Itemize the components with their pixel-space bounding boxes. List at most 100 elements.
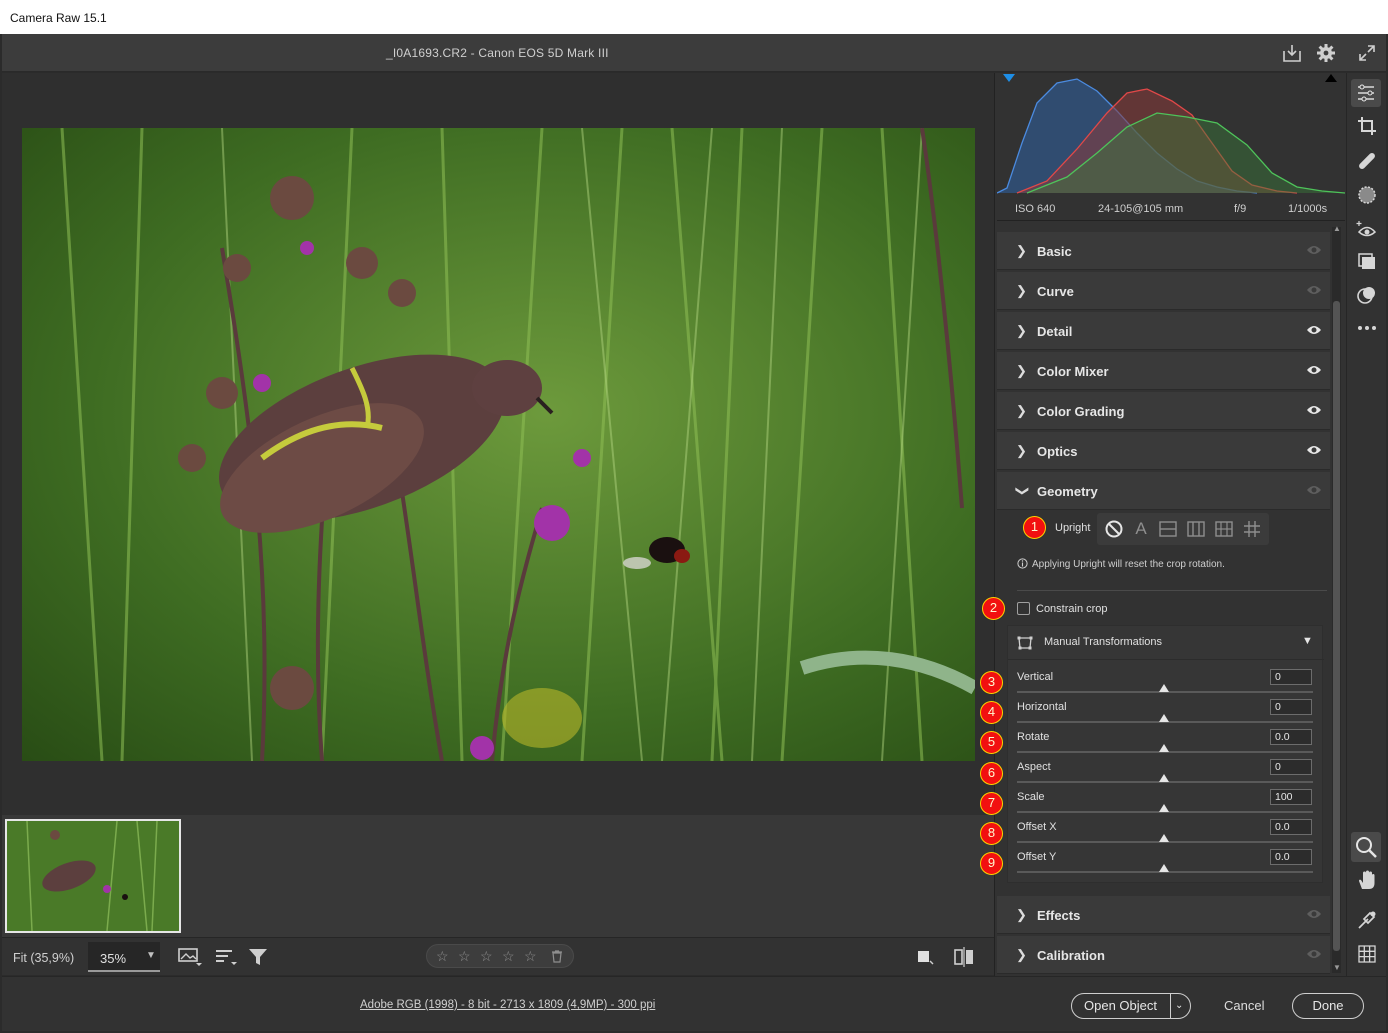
panel-optics[interactable]: ❯ Optics <box>997 432 1330 470</box>
red-eye-icon[interactable] <box>1356 219 1378 241</box>
manual-transformations-header[interactable]: Manual Transformations ▼ <box>1008 626 1324 660</box>
callout-badge: 9 <box>980 852 1003 875</box>
panel-color-grading[interactable]: ❯ Color Grading <box>997 392 1330 430</box>
slider-rotate[interactable]: Rotate 0.0 <box>1008 728 1324 758</box>
visibility-eye-icon[interactable] <box>1306 404 1322 419</box>
sort-icon[interactable] <box>215 947 237 970</box>
star-icon[interactable]: ☆ <box>480 948 493 965</box>
visibility-eye-icon[interactable] <box>1306 364 1322 379</box>
panel-color-mixer[interactable]: ❯ Color Mixer <box>997 352 1330 390</box>
visibility-eye-icon[interactable] <box>1306 244 1322 259</box>
visibility-eye-icon[interactable] <box>1306 908 1322 923</box>
slider-label: Scale <box>1017 791 1045 803</box>
slider-value-field[interactable]: 0 <box>1270 669 1312 685</box>
upright-guided-icon[interactable] <box>1242 519 1262 539</box>
slider-value-field[interactable]: 0 <box>1270 759 1312 775</box>
slider-offset-x[interactable]: Offset X 0.0 <box>1008 818 1324 848</box>
chevron-down-icon[interactable]: ⌄ <box>1175 994 1183 1018</box>
lens-value: 24-105@105 mm <box>1098 203 1184 215</box>
color-sampler-icon[interactable] <box>1356 909 1378 931</box>
slider-knob[interactable] <box>1159 864 1169 872</box>
visibility-eye-icon[interactable] <box>1306 484 1322 499</box>
upright-auto-icon[interactable]: A <box>1131 519 1151 539</box>
masking-icon[interactable] <box>1356 184 1378 206</box>
crop-icon[interactable] <box>1356 115 1378 137</box>
star-icon[interactable]: ☆ <box>436 948 449 965</box>
visibility-eye-icon[interactable] <box>1306 444 1322 459</box>
visibility-eye-icon[interactable] <box>1306 948 1322 963</box>
export-icon[interactable] <box>1281 42 1303 64</box>
open-object-button[interactable]: Open Object ⌄ <box>1071 993 1191 1019</box>
photo-preview[interactable] <box>22 128 975 761</box>
slider-label: Horizontal <box>1017 701 1067 713</box>
slider-scale[interactable]: Scale 100 <box>1008 788 1324 818</box>
callout-badge: 5 <box>980 731 1003 754</box>
hand-icon[interactable] <box>1356 869 1378 891</box>
slider-value-field[interactable]: 0 <box>1270 699 1312 715</box>
filter-icon[interactable] <box>248 947 270 970</box>
slider-knob[interactable] <box>1159 684 1169 692</box>
upright-level-icon[interactable] <box>1158 519 1178 539</box>
slider-knob[interactable] <box>1159 804 1169 812</box>
edit-panel: ISO 640 24-105@105 mm f/9 1/1000s ▲ ▼ ❯ … <box>994 73 1346 976</box>
trash-icon[interactable] <box>551 950 563 966</box>
slider-label: Aspect <box>1017 761 1051 773</box>
filmstrip-thumbnail[interactable] <box>5 819 181 933</box>
panel-basic[interactable]: ❯ Basic <box>997 232 1330 270</box>
slider-value-field[interactable]: 100 <box>1270 789 1312 805</box>
slider-knob[interactable] <box>1159 774 1169 782</box>
slider-aspect[interactable]: Aspect 0 <box>1008 758 1324 788</box>
panel-scrollbar[interactable]: ▲ ▼ <box>1332 224 1341 973</box>
done-button[interactable]: Done <box>1292 993 1364 1019</box>
panel-effects[interactable]: ❯ Effects <box>997 896 1330 934</box>
snapshots-icon[interactable] <box>1356 251 1378 273</box>
slider-offset-y[interactable]: Offset Y 0.0 <box>1008 848 1324 878</box>
upright-label: Upright <box>1055 522 1091 534</box>
image-canvas[interactable] <box>2 73 994 815</box>
panel-calibration[interactable]: ❯ Calibration <box>997 936 1330 974</box>
panel-curve[interactable]: ❯ Curve <box>997 272 1330 310</box>
slider-knob[interactable] <box>1159 834 1169 842</box>
cancel-button[interactable]: Cancel <box>1224 998 1264 1013</box>
zoom-level-select[interactable]: 35% ▼ <box>88 942 160 972</box>
panel-geometry[interactable]: ❯ Geometry <box>997 472 1330 510</box>
before-after-split-icon[interactable] <box>953 947 975 970</box>
zoom-icon[interactable] <box>1351 832 1381 862</box>
upright-vertical-icon[interactable] <box>1186 519 1206 539</box>
more-icon[interactable] <box>1356 317 1378 339</box>
slider-knob[interactable] <box>1159 714 1169 722</box>
constrain-crop-label[interactable]: Constrain crop <box>1036 603 1108 615</box>
star-rating[interactable]: ☆ ☆ ☆ ☆ ☆ <box>426 944 574 968</box>
grid-icon[interactable] <box>1356 943 1378 965</box>
healing-icon[interactable] <box>1356 150 1378 172</box>
star-icon[interactable]: ☆ <box>502 948 515 965</box>
chevron-right-icon: ❯ <box>1016 907 1027 922</box>
upright-full-icon[interactable] <box>1214 519 1234 539</box>
callout-badge: 6 <box>980 762 1003 785</box>
visibility-eye-icon[interactable] <box>1306 324 1322 339</box>
scrollbar-thumb[interactable] <box>1333 301 1340 951</box>
scroll-up-icon[interactable]: ▲ <box>1333 224 1341 233</box>
slider-vertical[interactable]: Vertical 0 <box>1008 668 1324 698</box>
visibility-eye-icon[interactable] <box>1306 284 1322 299</box>
fit-zoom-option[interactable]: Fit (35,9%) <box>13 951 74 965</box>
edit-sliders-icon[interactable] <box>1351 79 1381 107</box>
presets-icon[interactable] <box>1356 284 1378 306</box>
workflow-options-link[interactable]: Adobe RGB (1998) - 8 bit - 2713 x 1809 (… <box>360 999 655 1011</box>
slider-value-field[interactable]: 0.0 <box>1270 819 1312 835</box>
before-after-single-icon[interactable] <box>916 947 934 968</box>
slider-value-field[interactable]: 0.0 <box>1270 729 1312 745</box>
constrain-crop-checkbox[interactable] <box>1017 602 1030 615</box>
scroll-down-icon[interactable]: ▼ <box>1333 963 1341 972</box>
caret-down-icon[interactable]: ▼ <box>1302 635 1313 647</box>
filmstrip-options-icon[interactable] <box>178 947 202 970</box>
star-icon[interactable]: ☆ <box>524 948 537 965</box>
fullscreen-icon[interactable] <box>1356 42 1378 64</box>
slider-value-field[interactable]: 0.0 <box>1270 849 1312 865</box>
upright-off-icon[interactable] <box>1104 519 1124 539</box>
star-icon[interactable]: ☆ <box>458 948 471 965</box>
slider-knob[interactable] <box>1159 744 1169 752</box>
slider-horizontal[interactable]: Horizontal 0 <box>1008 698 1324 728</box>
gear-icon[interactable] <box>1315 42 1337 64</box>
panel-detail[interactable]: ❯ Detail <box>997 312 1330 350</box>
